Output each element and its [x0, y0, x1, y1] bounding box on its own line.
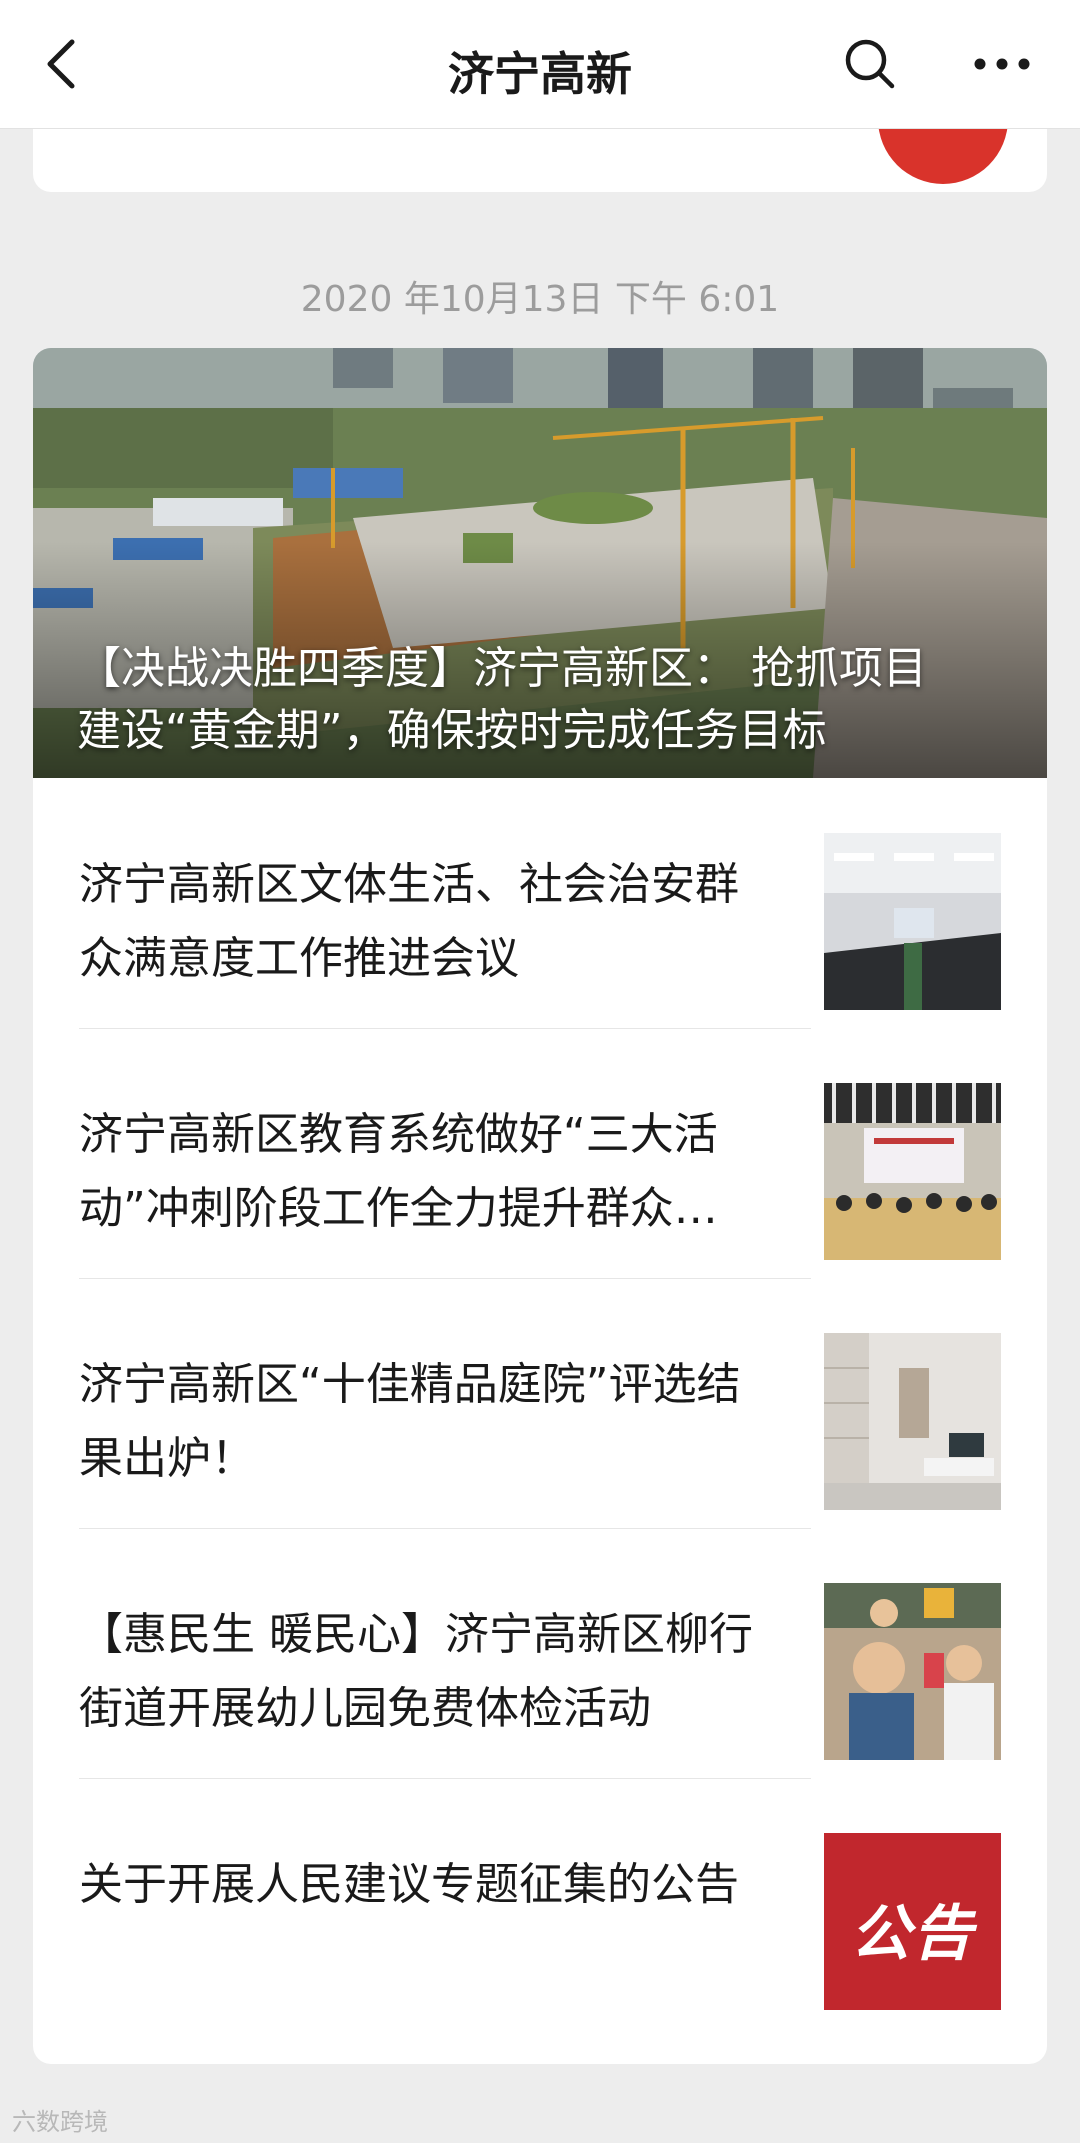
message-timestamp: 2020 年10月13日 下午 6:01: [300, 279, 780, 320]
divider: [79, 1028, 811, 1029]
article-thumbnail: [824, 1333, 1001, 1510]
article-thumbnail: [824, 1583, 1001, 1760]
article-title: 【惠民生 暖民心】济宁高新区柳行街道开展幼儿园免费体检活动: [79, 1609, 753, 1734]
page-title: 济宁高新: [448, 47, 632, 101]
search-icon[interactable]: [842, 36, 898, 92]
article-thumbnail: [824, 833, 1001, 1010]
divider: [79, 1528, 811, 1529]
article-thumbnail: [824, 1083, 1001, 1260]
hero-article[interactable]: 【决战决胜四季度】济宁高新区： 抢抓项目建设“黄金期”，确保按时完成任务目标: [33, 348, 1047, 778]
divider: [79, 1778, 811, 1779]
divider: [79, 1278, 811, 1279]
nav-bar: 济宁高新: [0, 0, 1080, 129]
list-item[interactable]: 关于开展人民建议专题征集的公告 公告: [33, 1778, 1047, 2028]
announcement-badge-text: 公告: [850, 1899, 975, 1969]
article-thumbnail: 公告: [824, 1833, 1001, 2010]
article-card: 【决战决胜四季度】济宁高新区： 抢抓项目建设“黄金期”，确保按时完成任务目标 济…: [33, 348, 1047, 2064]
watermark: 六数跨境: [12, 2108, 108, 2136]
list-item[interactable]: 【惠民生 暖民心】济宁高新区柳行街道开展幼儿园免费体检活动: [33, 1528, 1047, 1778]
article-title: 济宁高新区“十佳精品庭院”评选结果出炉！: [79, 1359, 741, 1484]
hero-title: 【决战决胜四季度】济宁高新区： 抢抓项目建设“黄金期”，确保按时完成任务目标: [77, 643, 927, 756]
more-dots-icon[interactable]: [970, 40, 1034, 88]
list-item[interactable]: 济宁高新区“十佳精品庭院”评选结果出炉！: [33, 1278, 1047, 1528]
list-item[interactable]: 济宁高新区文体生活、社会治安群众满意度工作推进会议: [33, 778, 1047, 1028]
article-title: 关于开展人民建议专题征集的公告: [79, 1859, 739, 1910]
article-title: 济宁高新区教育系统做好“三大活动”冲刺阶段工作全力提升群众…: [79, 1109, 718, 1234]
article-title: 济宁高新区文体生活、社会治安群众满意度工作推进会议: [79, 859, 739, 984]
list-item[interactable]: 济宁高新区教育系统做好“三大活动”冲刺阶段工作全力提升群众…: [33, 1028, 1047, 1278]
